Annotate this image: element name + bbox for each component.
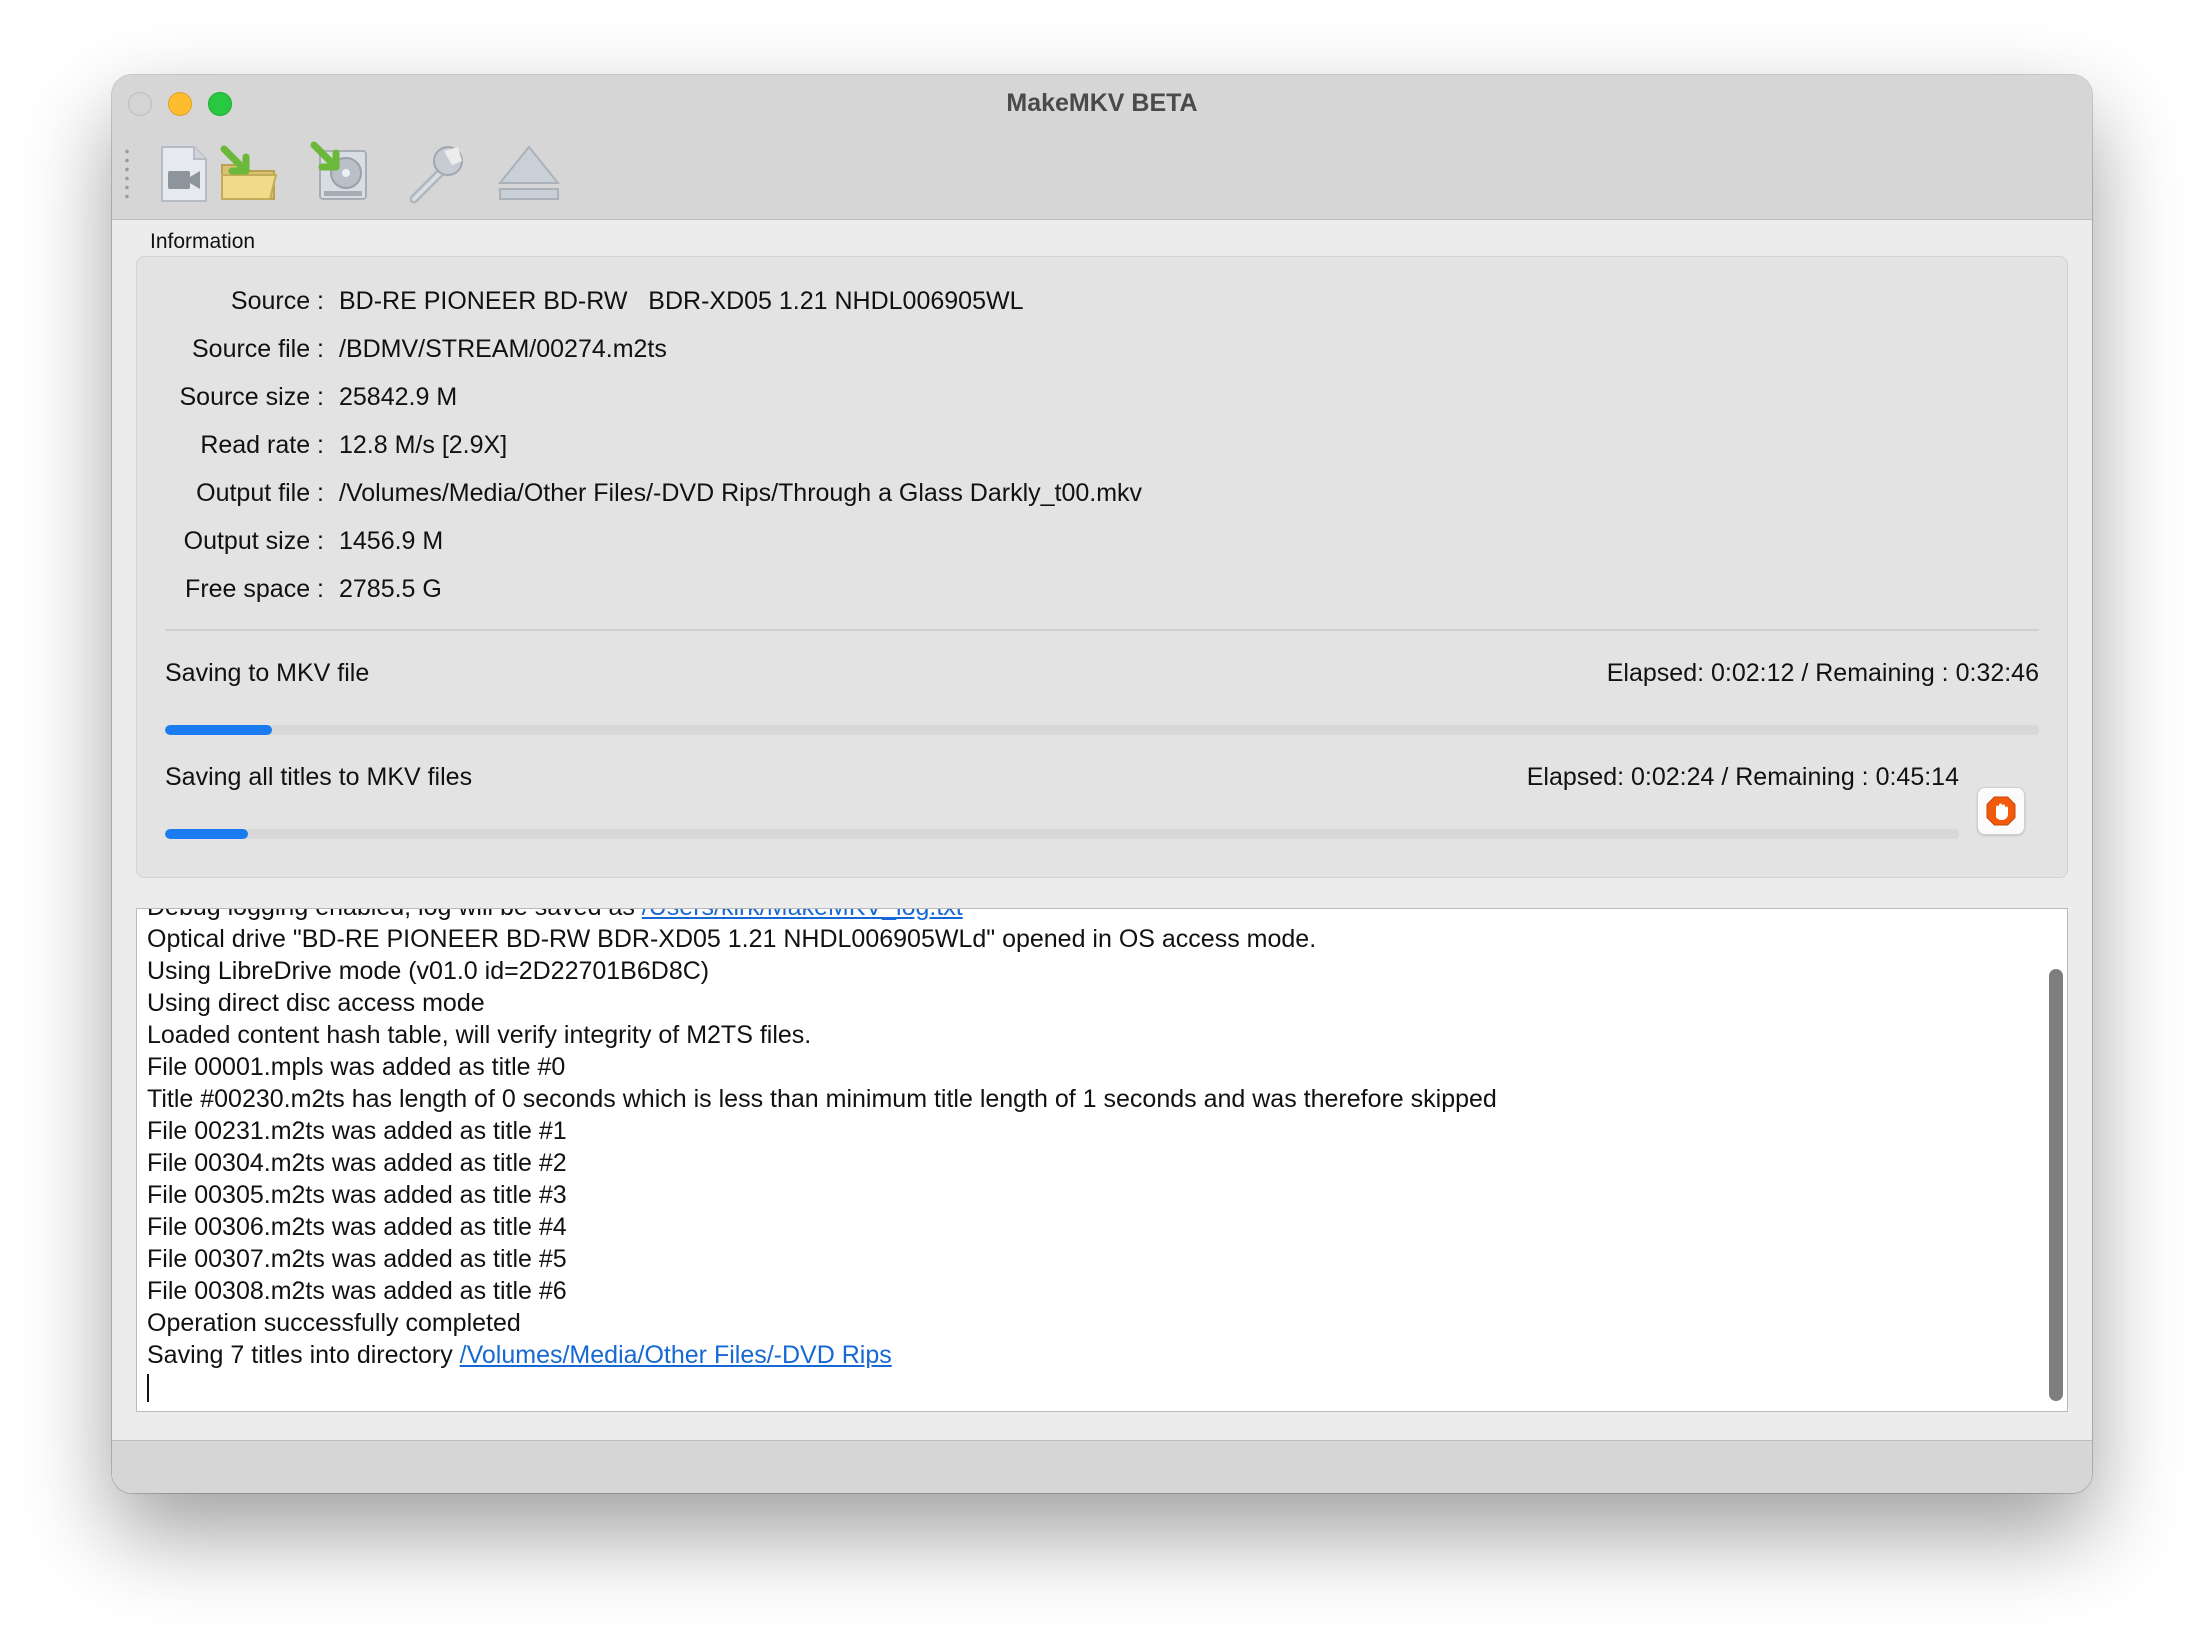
info-value: /BDMV/STREAM/00274.m2ts (339, 335, 667, 363)
info-label: Output size : (183, 527, 324, 555)
open-disc-icon (161, 146, 207, 202)
log-line: File 00308.m2ts was added as title #6 (147, 1275, 2027, 1307)
log-output[interactable]: Debug logging enabled, log will be saved… (136, 908, 2068, 1412)
info-label: Source size : (179, 383, 324, 411)
backup-button[interactable] (308, 141, 374, 207)
log-caret-line (147, 1371, 2027, 1403)
preferences-wrench-icon (409, 146, 463, 204)
log-line-text: Loaded content hash table, will verify i… (147, 1021, 812, 1049)
log-line-text: File 00306.m2ts was added as title #4 (147, 1213, 567, 1241)
log-line: File 00307.m2ts was added as title #5 (147, 1243, 2027, 1275)
log-line-text: Operation successfully completed (147, 1309, 521, 1337)
log-line-text: File 00304.m2ts was added as title #2 (147, 1149, 567, 1177)
info-value: 2785.5 G (339, 575, 442, 603)
open-disc-button[interactable] (152, 141, 218, 207)
log-link[interactable]: /Volumes/Media/Other Files/-DVD Rips (460, 1341, 892, 1369)
preferences-button[interactable] (402, 141, 468, 207)
current-progress-time: Elapsed: 0:02:12 / Remaining : 0:32:46 (1606, 659, 2039, 687)
log-line: Title #00230.m2ts has length of 0 second… (147, 1083, 2027, 1115)
open-files-icon (220, 145, 278, 200)
log-line-text: File 00305.m2ts was added as title #3 (147, 1181, 567, 1209)
info-value: 1456.9 M (339, 527, 444, 555)
log-line: Using LibreDrive mode (v01.0 id=2D22701B… (147, 955, 2027, 987)
information-group-title: Information (150, 230, 256, 253)
info-label: Read rate : (200, 431, 324, 459)
log-line: Loaded content hash table, will verify i… (147, 1019, 2027, 1051)
window-title: MakeMKV BETA (1006, 89, 1198, 117)
total-progress-time: Elapsed: 0:02:24 / Remaining : 0:45:14 (1526, 763, 1959, 791)
log-line-text: Saving 7 titles into directory (147, 1341, 460, 1369)
info-value: 25842.9 M (339, 383, 458, 411)
log-line: File 00001.mpls was added as title #0 (147, 1051, 2027, 1083)
log-line: Debug logging enabled, log will be saved… (147, 909, 2027, 923)
info-value: 12.8 M/s [2.9X] (339, 431, 508, 459)
log-line: File 00231.m2ts was added as title #1 (147, 1115, 2027, 1147)
log-line: Optical drive "BD-RE PIONEER BD-RW BDR-X… (147, 923, 2027, 955)
log-line-text: Optical drive "BD-RE PIONEER BD-RW BDR-X… (147, 925, 1317, 953)
log-line-text: File 00231.m2ts was added as title #1 (147, 1117, 567, 1145)
info-label: Source : (230, 287, 324, 315)
title-bar: MakeMKV BETA (112, 75, 2092, 220)
log-lines: Debug logging enabled, log will be saved… (147, 909, 2027, 1403)
current-progress-bar (165, 725, 2039, 735)
text-caret (147, 1374, 149, 1403)
makemkv-window: MakeMKV BETA Information Source: BD-RE … (112, 75, 2092, 1493)
information-panel: Source : BD-RE PIONEER BD-RW BDR-XD05 1.… (136, 256, 2068, 878)
info-value: /Volumes/Media/Other Files/-DVD Rips/Thr… (339, 479, 1143, 507)
log-line: Saving 7 titles into directory /Volumes/… (147, 1339, 2027, 1371)
stop-hand-icon (1986, 796, 2016, 826)
stop-button[interactable] (1977, 787, 2025, 835)
log-line-text: Title #00230.m2ts has length of 0 second… (147, 1085, 1497, 1113)
log-line-text: File 00307.m2ts was added as title #5 (147, 1245, 567, 1273)
log-line-text: Using LibreDrive mode (v01.0 id=2D22701B… (147, 957, 710, 985)
eject-icon (497, 145, 561, 200)
info-label: Free space : (185, 575, 324, 603)
total-progress-label: Saving all titles to MKV files (165, 763, 473, 791)
log-line: File 00306.m2ts was added as title #4 (147, 1211, 2027, 1243)
current-progress-fill (165, 725, 272, 735)
eject-button[interactable] (496, 141, 562, 207)
log-line: Using direct disc access mode (147, 987, 2027, 1019)
log-link[interactable]: /Users/kirk/MakeMKV_log.txt (642, 909, 963, 921)
info-value: BD-RE PIONEER BD-RW BDR-XD05 1.21 NHDL00… (339, 287, 1024, 315)
log-line-text: File 00308.m2ts was added as title #6 (147, 1277, 567, 1305)
log-line: Operation successfully completed (147, 1307, 2027, 1339)
open-files-button[interactable] (216, 141, 282, 207)
log-scrollbar[interactable] (2049, 969, 2063, 1401)
log-line-text: Using direct disc access mode (147, 989, 485, 1017)
backup-icon (310, 141, 367, 200)
main-content: Information Source : BD-RE PIONEER BD-RW… (112, 220, 2092, 1493)
log-line: File 00305.m2ts was added as title #3 (147, 1179, 2027, 1211)
total-progress-fill (165, 829, 248, 839)
status-bar (112, 1440, 2092, 1493)
log-line-text: File 00001.mpls was added as title #0 (147, 1053, 566, 1081)
total-progress-bar (165, 829, 1959, 839)
log-line-text: Debug logging enabled, log will be saved… (147, 909, 642, 921)
info-divider (165, 629, 2039, 631)
toolbar-grip-handle[interactable] (124, 147, 130, 201)
log-line: File 00304.m2ts was added as title #2 (147, 1147, 2027, 1179)
current-progress-label: Saving to MKV file (165, 659, 370, 687)
info-label: Output file : (196, 479, 324, 507)
info-label: Source file : (191, 335, 324, 363)
